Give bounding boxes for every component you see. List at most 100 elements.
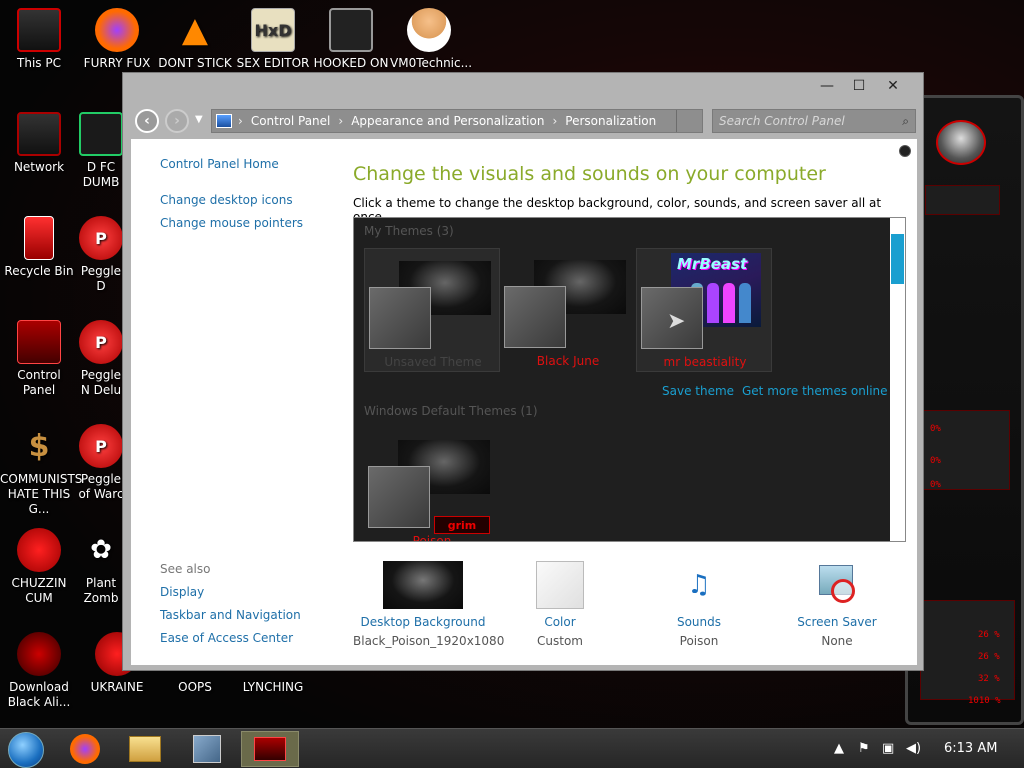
taskbar: ▲ ⚑ ▣ ◀) 6:13 AM <box>0 728 1024 768</box>
desktop-icon-network[interactable]: Network <box>0 112 78 175</box>
screen-saver-setting[interactable]: Screen Saver None <box>767 561 907 648</box>
change-mouse-pointers-link[interactable]: Change mouse pointers <box>160 216 303 230</box>
volume-icon[interactable]: ◀) <box>906 741 921 756</box>
breadcrumb-personalization[interactable]: Personalization <box>565 114 656 128</box>
alien-logo-icon <box>936 120 986 165</box>
theme-name: Black June <box>536 354 600 368</box>
forward-button[interactable]: › <box>165 109 189 133</box>
desktop-icon-sex-editor[interactable]: HxD SEX EDITOR <box>234 8 312 71</box>
refresh-button[interactable] <box>676 110 702 132</box>
sounds-icon: ♫ <box>687 570 711 600</box>
maximize-button[interactable]: ☐ <box>845 75 873 97</box>
tray-chevron-icon[interactable]: ▲ <box>834 741 844 756</box>
wallpaper-bar <box>925 185 1000 215</box>
desktop-icon-vm0technic[interactable]: VM0Technic... <box>390 8 472 71</box>
taskbar-firefox[interactable] <box>56 731 114 767</box>
theme-black-june[interactable]: Black June <box>500 248 636 372</box>
taskbar-control-panel[interactable] <box>241 731 299 767</box>
ease-of-access-link[interactable]: Ease of Access Center <box>160 631 293 645</box>
desktop-background-setting[interactable]: Desktop Background Black_Poison_1920x108… <box>353 561 505 648</box>
wallpaper-readout: 0% <box>930 424 941 434</box>
content-pane: Control Panel Home Change desktop icons … <box>131 139 917 665</box>
desktop-icon-recycle-bin[interactable]: Recycle Bin <box>0 216 78 279</box>
download-theme-icon <box>17 632 61 676</box>
my-themes-heading: My Themes (3) <box>364 224 454 238</box>
peggle-icon: P <box>79 424 123 468</box>
setting-value: Black_Poison_1920x1080 <box>353 634 505 648</box>
desktop-icon-communists[interactable]: $ COMMUNISTS HATE THIS G... <box>0 424 82 517</box>
control-panel-icon <box>17 320 61 364</box>
breadcrumb-control-panel[interactable]: Control Panel <box>251 114 331 128</box>
theme-list: My Themes (3) Unsaved Theme Black June M… <box>353 217 906 542</box>
display-link[interactable]: Display <box>160 585 204 599</box>
desktop-icon-peggle-n-delu[interactable]: P Peggle N Delu <box>78 320 124 398</box>
breadcrumb[interactable]: › Control Panel › Appearance and Persona… <box>211 109 703 133</box>
wallpaper-readout: 26 % <box>978 652 1000 662</box>
theme-mr-beastiality[interactable]: MrBeast ➤ mr beastiality <box>636 248 772 372</box>
vlc-cone-icon: ▲ <box>181 10 209 50</box>
action-center-flag-icon[interactable]: ⚑ <box>858 741 870 756</box>
money-bag-icon: $ <box>28 428 50 464</box>
wallpaper-bar <box>920 410 1010 490</box>
taskbar-app[interactable] <box>178 731 236 767</box>
desktop-icon-chuzzin-cum[interactable]: CHUZZIN CUM <box>0 528 78 606</box>
taskbar-file-explorer[interactable] <box>116 731 174 767</box>
control-panel-home-link[interactable]: Control Panel Home <box>160 157 279 171</box>
color-setting[interactable]: Color Custom <box>490 561 630 648</box>
theme-poison[interactable]: grim Poison <box>364 428 500 542</box>
address-bar: ‹ › ▼ › Control Panel › Appearance and P… <box>131 105 917 135</box>
desktop-icon-dont-stick[interactable]: ▲ DONT STICK <box>156 8 234 71</box>
peggle-icon: P <box>79 216 123 260</box>
desktop-icon-hooked-on[interactable]: HOOKED ON <box>312 8 390 71</box>
pictures-icon <box>193 735 221 763</box>
desktop-icon-control-panel[interactable]: Control Panel <box>0 320 78 398</box>
desktop-icon-d-fc-dumb[interactable]: D FC DUMB <box>78 112 124 190</box>
search-icon[interactable]: ⌕ <box>902 114 909 129</box>
desktop-icon-furry-fux[interactable]: FURRY FUX <box>78 8 156 71</box>
desktop-icon-peggle-d[interactable]: P Peggle D <box>78 216 124 294</box>
color-swatch <box>504 286 566 348</box>
theme-scrollbar[interactable] <box>890 218 905 541</box>
sounds-setting[interactable]: ♫ Sounds Poison <box>629 561 769 648</box>
clock[interactable]: 6:13 AM <box>944 741 997 756</box>
desktop-icon-peggle-of-warc[interactable]: P Peggle of Warc <box>78 424 124 502</box>
back-button[interactable]: ‹ <box>135 109 159 133</box>
wallpaper-readout: 26 % <box>978 630 1000 640</box>
help-icon[interactable] <box>899 145 911 157</box>
spreadsheet-icon <box>79 112 123 156</box>
breadcrumb-appearance[interactable]: Appearance and Personalization <box>351 114 544 128</box>
desktop-icon-plant-zomb[interactable]: ✿ Plant Zomb <box>78 528 124 606</box>
minimize-button[interactable]: — <box>813 75 841 97</box>
theme-name: Poison <box>412 534 452 542</box>
setting-label: Color <box>544 615 576 629</box>
close-button[interactable]: ✕ <box>879 75 907 97</box>
get-more-themes-link[interactable]: Get more themes online <box>742 384 888 398</box>
network-icon[interactable]: ▣ <box>882 741 894 756</box>
scrollbar-thumb[interactable] <box>891 234 904 284</box>
start-button[interactable] <box>8 732 44 768</box>
wallpaper-readout: 0% <box>930 456 941 466</box>
color-swatch <box>369 287 431 349</box>
color-swatch <box>368 466 430 528</box>
mouse-cursor-icon: ➤ <box>667 309 686 334</box>
window-titlebar[interactable]: — ☐ ✕ <box>123 73 923 101</box>
setting-value: Poison <box>679 634 719 648</box>
flower-icon: ✿ <box>90 535 112 565</box>
search-input[interactable]: Search Control Panel ⌕ <box>712 109 916 133</box>
change-desktop-icons-link[interactable]: Change desktop icons <box>160 193 293 207</box>
network-icon <box>17 112 61 156</box>
save-theme-link[interactable]: Save theme <box>662 384 734 398</box>
desktop-icon-this-pc[interactable]: This PC <box>0 8 78 71</box>
maze-app-icon <box>329 8 373 52</box>
theme-unsaved[interactable]: Unsaved Theme <box>364 248 500 372</box>
recent-pages-chevron-icon[interactable]: ▼ <box>195 114 203 125</box>
wallpaper-readout: 32 % <box>978 674 1000 684</box>
control-panel-icon <box>216 114 232 128</box>
taskbar-navigation-link[interactable]: Taskbar and Navigation <box>160 608 301 622</box>
wallpaper-readout: 0% <box>930 480 941 490</box>
desktop-icon-download-black-ali[interactable]: Download Black Ali... <box>0 632 78 710</box>
chuzzle-icon <box>17 528 61 572</box>
peggle-icon: P <box>79 320 123 364</box>
firefox-icon <box>95 8 139 52</box>
doctor-avatar-icon <box>407 8 451 52</box>
